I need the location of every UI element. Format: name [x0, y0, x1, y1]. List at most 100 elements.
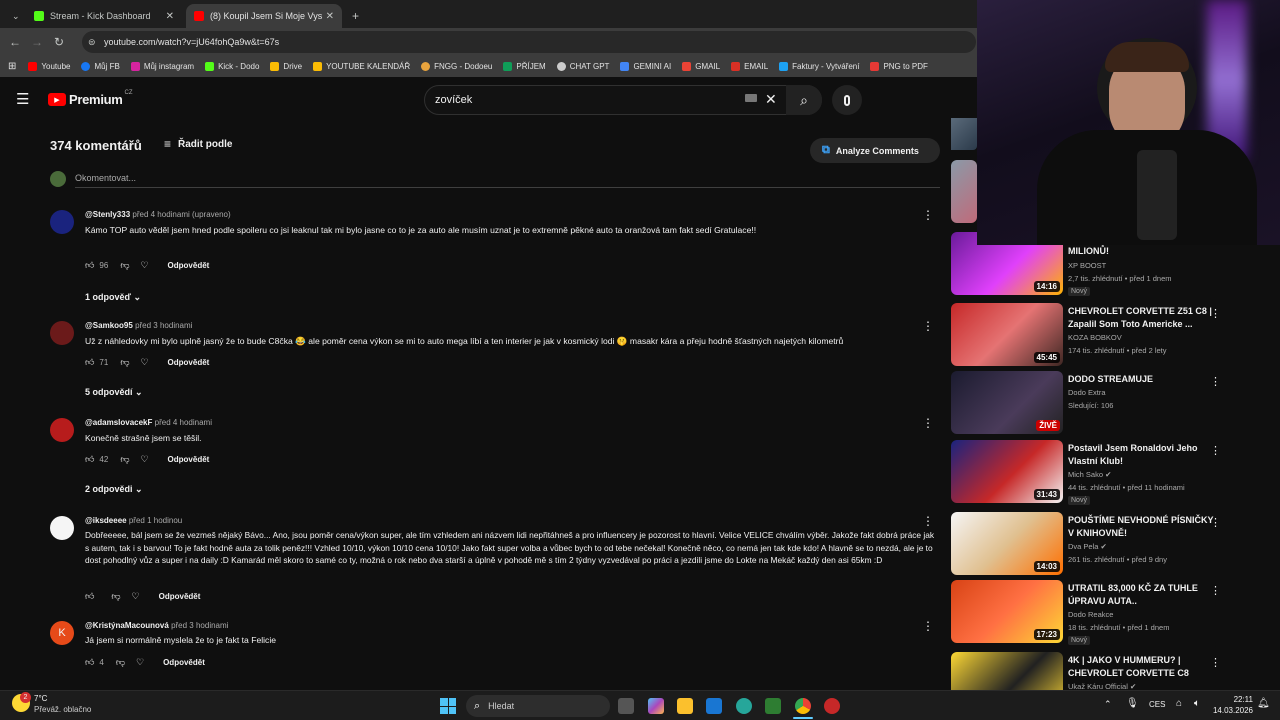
- comment-author[interactable]: @iksdeeee: [85, 516, 127, 525]
- site-info-icon[interactable]: ⊜: [88, 37, 96, 48]
- recommended-video[interactable]: 45:45 CHEVROLET CORVETTE Z51 C8 | Zapali…: [950, 303, 1270, 369]
- forward-arrow-icon[interactable]: →: [26, 35, 48, 49]
- video-channel[interactable]: Dva Pela ✔: [1068, 542, 1107, 551]
- video-channel[interactable]: Dodo Extra: [1068, 388, 1106, 397]
- video-title[interactable]: Postavil Jsem Ronaldovi Jeho Vlastní Klu…: [1068, 442, 1218, 468]
- heart-icon[interactable]: ♡: [132, 591, 140, 602]
- close-icon[interactable]: ✕: [166, 11, 174, 22]
- weather-temp[interactable]: 7°C: [34, 694, 47, 703]
- chrome-icon[interactable]: [795, 698, 811, 714]
- like-icon[interactable]: 👍︎: [85, 357, 94, 368]
- comment-time[interactable]: před 3 hodinami: [171, 621, 228, 630]
- reply-button[interactable]: Odpovědět: [168, 455, 210, 464]
- task-view-icon[interactable]: [618, 698, 634, 714]
- more-options-icon[interactable]: ⋮: [1210, 307, 1221, 320]
- search-input[interactable]: zovíček ✕: [424, 85, 822, 115]
- recommended-video[interactable]: 31:43 Postavil Jsem Ronaldovi Jeho Vlast…: [950, 440, 1270, 506]
- analyze-comments-button[interactable]: ⧉ Analyze Comments: [810, 138, 940, 163]
- comment-time[interactable]: před 4 hodinami (upraveno): [132, 210, 230, 219]
- bookmark-gemini[interactable]: GEMINI AI: [620, 62, 671, 71]
- avatar[interactable]: [50, 418, 74, 442]
- video-channel[interactable]: KOZA BOBKOV: [1068, 333, 1122, 342]
- input-language[interactable]: CES: [1149, 700, 1165, 709]
- avatar[interactable]: [50, 321, 74, 345]
- tab-youtube[interactable]: (8) Koupil Jsem Si Moje Vysněné ✕: [186, 4, 342, 28]
- dislike-icon[interactable]: 👎︎: [111, 591, 120, 602]
- more-options-icon[interactable]: ⋮: [922, 416, 934, 430]
- store-icon[interactable]: [706, 698, 722, 714]
- video-title[interactable]: 4K | JAKO V HUMMERU? | CHEVROLET CORVETT…: [1068, 654, 1218, 680]
- keyboard-icon[interactable]: [745, 94, 757, 102]
- reply-button[interactable]: Odpovědět: [159, 592, 201, 601]
- more-options-icon[interactable]: ⋮: [1210, 516, 1221, 529]
- bookmark-gmail[interactable]: GMAIL: [682, 62, 720, 71]
- comment-author[interactable]: @KristýnaMacounová: [85, 621, 169, 630]
- reply-button[interactable]: Odpovědět: [168, 358, 210, 367]
- reply-button[interactable]: Odpovědět: [163, 658, 205, 667]
- menu-hamburger-icon[interactable]: ☰: [16, 90, 29, 108]
- windows-start-icon[interactable]: [440, 698, 456, 714]
- recommended-video[interactable]: 4K | JAKO V HUMMERU? | CHEVROLET CORVETT…: [950, 652, 1270, 690]
- clear-search-icon[interactable]: ✕: [765, 91, 777, 108]
- taskbar-search[interactable]: ⌕ Hledat: [466, 695, 610, 717]
- like-icon[interactable]: 👍︎: [85, 591, 94, 602]
- weather-description[interactable]: Převáž. oblačno: [34, 705, 91, 714]
- voice-search-button[interactable]: [832, 85, 862, 115]
- avatar[interactable]: K: [50, 621, 74, 645]
- more-options-icon[interactable]: ⋮: [922, 619, 934, 633]
- more-options-icon[interactable]: ⋮: [1210, 584, 1221, 597]
- like-icon[interactable]: 👍︎: [85, 260, 94, 271]
- app-icon[interactable]: [824, 698, 840, 714]
- add-comment-input[interactable]: Okomentovat...: [75, 173, 136, 183]
- bookmark-faktury[interactable]: Faktury - Vytváření: [779, 62, 859, 71]
- more-options-icon[interactable]: ⋮: [1210, 375, 1221, 388]
- back-arrow-icon[interactable]: ←: [4, 35, 26, 49]
- recommended-video[interactable]: 17:23 UTRATIL 83,000 KČ ZA TUHLE ÚPRAVU …: [950, 580, 1270, 646]
- dislike-icon[interactable]: 👎︎: [116, 657, 125, 668]
- dislike-icon[interactable]: 👎︎: [120, 260, 129, 271]
- video-channel[interactable]: Mich Sako ✔: [1068, 470, 1111, 479]
- address-bar[interactable]: ⊜ youtube.com/watch?v=jU64fohQa9w&t=67s: [82, 31, 976, 53]
- video-channel[interactable]: Dodo Reakce: [1068, 610, 1113, 619]
- new-tab-icon[interactable]: +: [344, 4, 367, 28]
- avatar[interactable]: [50, 210, 74, 234]
- video-thumbnail[interactable]: ŽIVĚ: [951, 371, 1063, 434]
- show-replies-button[interactable]: 1 odpověď ⌄: [85, 292, 141, 303]
- video-title[interactable]: CHEVROLET CORVETTE Z51 C8 | Zapalil Som …: [1068, 305, 1218, 331]
- tray-chevron-icon[interactable]: ⌃: [1104, 699, 1112, 710]
- more-options-icon[interactable]: ⋮: [1210, 656, 1221, 669]
- comment-time[interactable]: před 1 hodinou: [129, 516, 182, 525]
- heart-icon[interactable]: ♡: [140, 454, 148, 465]
- clock-time[interactable]: 22:11: [1213, 695, 1253, 704]
- video-thumbnail[interactable]: [951, 160, 977, 223]
- more-options-icon[interactable]: ⋮: [922, 514, 934, 528]
- bookmark-email[interactable]: EMAIL: [731, 62, 768, 71]
- excel-icon[interactable]: [765, 698, 781, 714]
- tab-menu-icon[interactable]: ⌄: [4, 4, 24, 28]
- video-title[interactable]: DODO STREAMUJE: [1068, 373, 1218, 386]
- heart-icon[interactable]: ♡: [140, 260, 148, 271]
- like-icon[interactable]: 👍︎: [85, 657, 94, 668]
- tray-microphone-icon[interactable]: 🎙︎: [1126, 698, 1139, 709]
- bookmark-youtube[interactable]: Youtube: [28, 62, 70, 71]
- file-explorer-icon[interactable]: [677, 698, 693, 714]
- video-thumbnail[interactable]: 14:03: [951, 512, 1063, 575]
- show-replies-button[interactable]: 2 odpovědi ⌄: [85, 484, 143, 495]
- bookmark-kick[interactable]: Kick - Dodo: [205, 62, 259, 71]
- dislike-icon[interactable]: 👎︎: [120, 454, 129, 465]
- apps-grid-icon[interactable]: ⊞: [8, 61, 16, 72]
- show-replies-button[interactable]: 5 odpovědí ⌄: [85, 387, 143, 398]
- video-thumbnail[interactable]: [951, 652, 1063, 690]
- comment-author[interactable]: @adamslovacekF: [85, 418, 152, 427]
- video-thumbnail[interactable]: 31:43: [951, 440, 1063, 503]
- heart-icon[interactable]: ♡: [136, 657, 144, 668]
- video-channel[interactable]: Ukaž Káru Official ✔: [1068, 682, 1136, 690]
- more-options-icon[interactable]: ⋮: [1210, 444, 1221, 457]
- bookmark-fngg[interactable]: FNGG - Dodoeu: [421, 62, 492, 71]
- youtube-premium-logo[interactable]: ▶ Premium CZ: [48, 90, 133, 107]
- video-title[interactable]: MILIONŮ!: [1068, 245, 1218, 258]
- recommended-video[interactable]: ŽIVĚ DODO STREAMUJE Dodo Extra Sledující…: [950, 371, 1270, 437]
- bookmark-instagram[interactable]: Můj instagram: [130, 62, 194, 71]
- clock-date[interactable]: 14.03.2026: [1208, 706, 1253, 715]
- video-thumbnail[interactable]: 45:45: [951, 303, 1063, 366]
